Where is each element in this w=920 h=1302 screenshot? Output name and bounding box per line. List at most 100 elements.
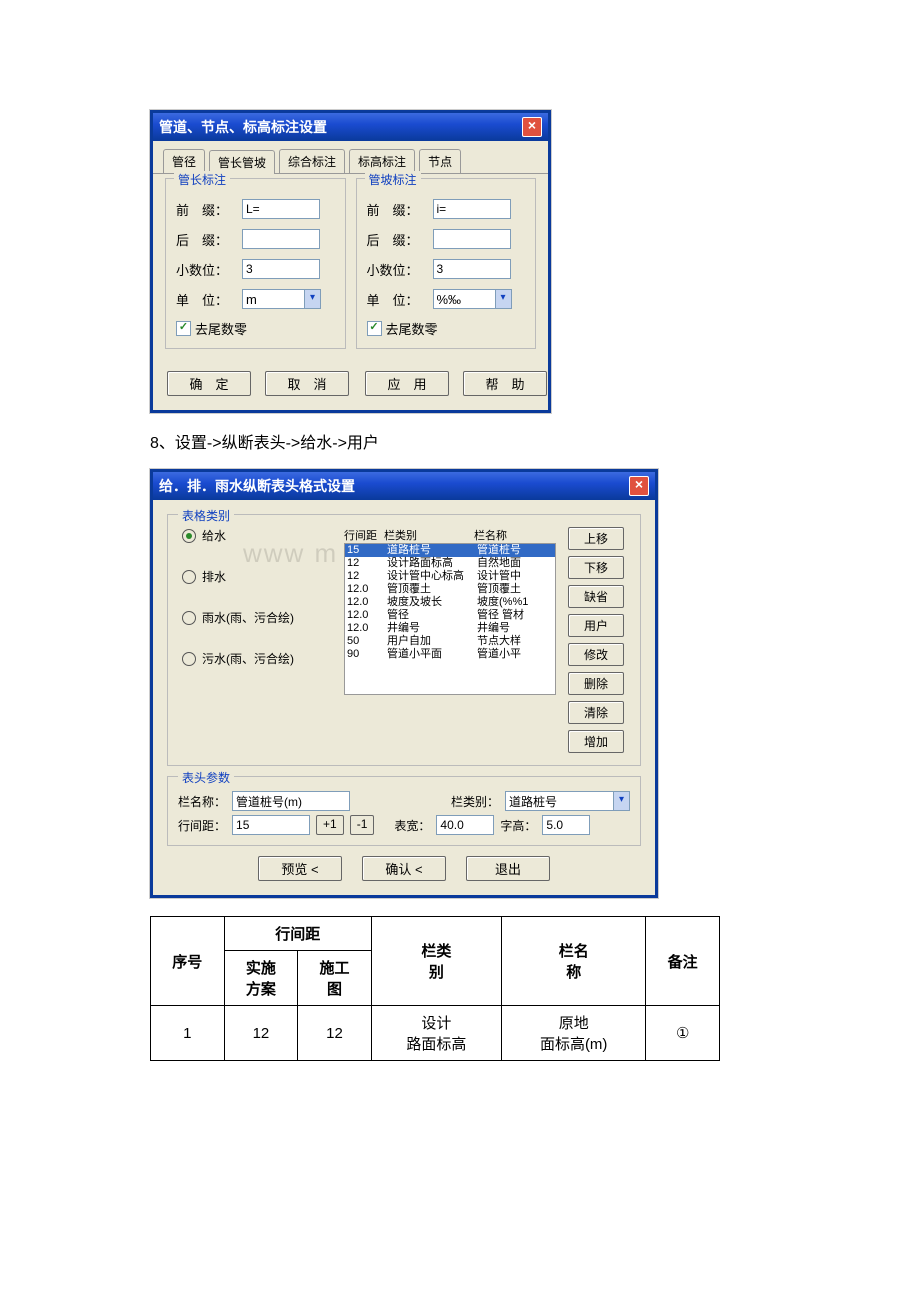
g2-decimals-input[interactable]: [433, 259, 511, 279]
radio-supply-water[interactable]: 给水: [182, 527, 332, 544]
th-plan: 实施 方案: [224, 951, 298, 1006]
group2-title: 管坡标注: [365, 171, 421, 188]
g2-trim-checkbox[interactable]: ✓ 去尾数零: [367, 319, 526, 338]
table-row: 1 12 12 设计 路面标高 原地 面标高(m) ①: [151, 1006, 720, 1061]
radio-label: 污水(雨、污合绘): [202, 650, 294, 667]
chevron-down-icon: ▾: [613, 792, 629, 810]
list-item[interactable]: 12设计路面标高自然地面: [345, 557, 555, 570]
g1-prefix-input[interactable]: [242, 199, 320, 219]
plus1-button[interactable]: +1: [316, 815, 344, 835]
th-type: 栏类 别: [371, 917, 501, 1006]
list-item[interactable]: 90管道小平面管道小平: [345, 648, 555, 661]
list-cell: 管顶覆土: [387, 583, 477, 596]
g1-suffix-input[interactable]: [242, 229, 320, 249]
side-button-5[interactable]: 删除: [568, 672, 624, 695]
side-button-1[interactable]: 下移: [568, 556, 624, 579]
g2-unit-combo[interactable]: %‰ ▾: [433, 289, 512, 309]
help-button[interactable]: 帮 助: [463, 371, 547, 396]
check-icon: ✓: [367, 321, 382, 336]
dialog2-titlebar[interactable]: 给．排．雨水纵断表头格式设置 ×: [153, 472, 655, 500]
list-cell: 50: [347, 635, 387, 648]
params-title: 表头参数: [178, 769, 234, 786]
g1-unit-value: m: [246, 292, 257, 307]
list-item[interactable]: 50用户自加节点大样: [345, 635, 555, 648]
list-cell: 设计管中: [477, 570, 556, 583]
radio-label: 给水: [202, 527, 226, 544]
chevron-down-icon: ▾: [304, 290, 320, 308]
side-button-0[interactable]: 上移: [568, 527, 624, 550]
radio-icon: [182, 570, 196, 584]
g2-unit-value: %‰: [437, 292, 462, 307]
close-icon[interactable]: ×: [522, 117, 542, 137]
g2-prefix-label: 前 缀：: [367, 200, 425, 219]
apply-button[interactable]: 应 用: [365, 371, 449, 396]
fontheight-input[interactable]: [542, 815, 590, 835]
radio-icon: [182, 611, 196, 625]
preview-button[interactable]: 预览 <: [258, 856, 342, 881]
g1-suffix-label: 后 缀：: [176, 230, 234, 249]
tab-diameter[interactable]: 管径: [163, 149, 205, 173]
list-cell: 管径: [387, 609, 477, 622]
radio-icon: [182, 529, 196, 543]
group-length-annotation: 管长标注 前 缀： 后 缀： 小数位： 单 位： m ▾: [165, 178, 346, 349]
cell-seq: 1: [151, 1006, 225, 1061]
dialog1-titlebar[interactable]: 管道、节点、标高标注设置 ×: [153, 113, 548, 141]
list-cell: 道路桩号: [387, 544, 477, 557]
side-button-4[interactable]: 修改: [568, 643, 624, 666]
g2-suffix-input[interactable]: [433, 229, 511, 249]
minus1-button[interactable]: -1: [350, 815, 375, 835]
list-item[interactable]: 12.0管径管径 管材: [345, 609, 555, 622]
tablewidth-input[interactable]: [436, 815, 494, 835]
side-buttons: 上移下移缺省用户修改删除清除增加: [568, 527, 622, 753]
tab-node[interactable]: 节点: [419, 149, 461, 173]
side-button-3[interactable]: 用户: [568, 614, 624, 637]
g1-decimals-input[interactable]: [242, 259, 320, 279]
side-button-7[interactable]: 增加: [568, 730, 624, 753]
list-cell: 12: [347, 557, 387, 570]
close-icon[interactable]: ×: [629, 476, 649, 496]
g2-prefix-input[interactable]: [433, 199, 511, 219]
list-item[interactable]: 12设计管中心标高设计管中: [345, 570, 555, 583]
list-item[interactable]: 12.0坡度及坡长坡度(%%1: [345, 596, 555, 609]
list-item[interactable]: 12.0井编号井编号: [345, 622, 555, 635]
cancel-button[interactable]: 取 消: [265, 371, 349, 396]
g1-unit-combo[interactable]: m ▾: [242, 289, 321, 309]
list-cell: 用户自加: [387, 635, 477, 648]
list-cell: 管径 管材: [477, 609, 556, 622]
list-item[interactable]: 12.0管顶覆土管顶覆土: [345, 583, 555, 596]
group-header-params: 表头参数 栏名称： 栏类别： 道路桩号 ▾ 行间距： +1 -1: [167, 776, 641, 846]
tab-combined[interactable]: 综合标注: [279, 149, 345, 173]
ok-button[interactable]: 确 定: [167, 371, 251, 396]
radio-sewage[interactable]: 污水(雨、污合绘): [182, 650, 332, 667]
dialog1-tabs: 管径 管长管坡 综合标注 标高标注 节点: [153, 141, 548, 173]
side-button-2[interactable]: 缺省: [568, 585, 624, 608]
side-button-6[interactable]: 清除: [568, 701, 624, 724]
group-slope-annotation: 管坡标注 前 缀： 后 缀： 小数位： 单 位： %‰ ▾: [356, 178, 537, 349]
colname-input[interactable]: [232, 791, 350, 811]
coltype-label: 栏类别：: [451, 793, 499, 810]
list-cell: 12.0: [347, 596, 387, 609]
coltype-combo[interactable]: 道路桩号 ▾: [505, 791, 630, 811]
g2-unit-label: 单 位：: [367, 290, 425, 309]
rowspan-input[interactable]: [232, 815, 310, 835]
check-icon: ✓: [176, 321, 191, 336]
list-item[interactable]: 15道路桩号管道桩号: [345, 544, 555, 557]
list-header-type: 栏类别: [384, 527, 474, 543]
g1-unit-label: 单 位：: [176, 290, 234, 309]
list-cell: 12: [347, 570, 387, 583]
radio-rain-water[interactable]: 雨水(雨、污合绘): [182, 609, 332, 626]
confirm-button[interactable]: 确认 <: [362, 856, 446, 881]
doc-table: 序号 行间距 栏类 别 栏名 称 备注 实施 方案 施工 图 1 12 12 设…: [150, 916, 720, 1061]
list-cell: 井编号: [387, 622, 477, 635]
radio-drain-water[interactable]: 排水: [182, 568, 332, 585]
group-category: 表格类别 给水 排水 雨水(雨、污合绘): [167, 514, 641, 766]
tab-elevation[interactable]: 标高标注: [349, 149, 415, 173]
rowspan-label: 行间距：: [178, 817, 226, 834]
fontheight-label: 字高：: [500, 817, 536, 834]
exit-button[interactable]: 退出: [466, 856, 550, 881]
list-header-span: 行间距: [344, 527, 384, 543]
column-listbox[interactable]: 15道路桩号管道桩号12设计路面标高自然地面12设计管中心标高设计管中12.0管…: [344, 543, 556, 695]
dialog1-title: 管道、节点、标高标注设置: [159, 117, 327, 137]
list-cell: 节点大样: [477, 635, 556, 648]
g1-trim-checkbox[interactable]: ✓ 去尾数零: [176, 319, 335, 338]
